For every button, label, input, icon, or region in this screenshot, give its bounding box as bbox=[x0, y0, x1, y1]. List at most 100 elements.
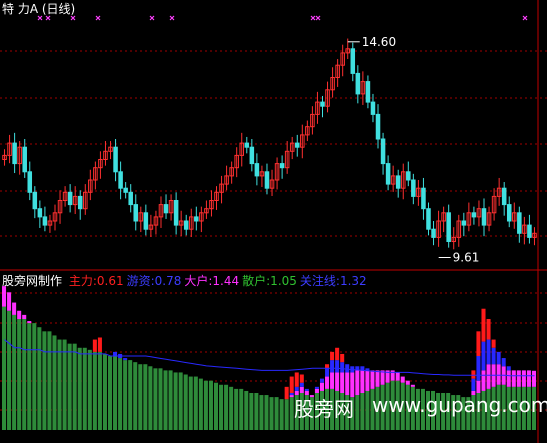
retail-bar bbox=[279, 399, 284, 430]
candle-body bbox=[173, 200, 179, 226]
candle-body bbox=[431, 228, 436, 238]
main-bar bbox=[330, 351, 335, 361]
signal-marker bbox=[149, 15, 155, 21]
candle-body bbox=[279, 163, 285, 169]
candle-body bbox=[113, 146, 118, 173]
candle-body bbox=[27, 171, 33, 193]
signal-marker bbox=[45, 15, 51, 21]
candle-body bbox=[123, 187, 128, 193]
signal-marker bbox=[522, 15, 528, 21]
indicator-name: 股旁网制作 bbox=[2, 274, 63, 288]
retail-bar bbox=[133, 362, 138, 430]
hotmoney-bar bbox=[481, 341, 486, 371]
hotmoney-bar bbox=[299, 382, 304, 387]
candle-body bbox=[163, 204, 169, 214]
retail-bar bbox=[360, 393, 365, 430]
bighand-bar bbox=[405, 380, 410, 385]
retail-bar bbox=[234, 388, 239, 430]
hotmoney-bar bbox=[319, 378, 325, 383]
retail-bar bbox=[188, 376, 193, 430]
retail-bar bbox=[219, 384, 224, 430]
candle-body bbox=[406, 171, 411, 181]
bighand-bar bbox=[400, 376, 405, 383]
bighand-bar bbox=[340, 372, 345, 393]
chart-title-bar: 特 力A (日线) bbox=[2, 2, 78, 16]
low-label: 9.61 bbox=[453, 251, 480, 265]
retail-bar bbox=[52, 335, 57, 430]
candle-body bbox=[506, 204, 512, 222]
bighand-bar bbox=[410, 384, 415, 387]
retail-bar bbox=[244, 390, 249, 430]
price-annotations: 14.60 9.61 bbox=[347, 35, 480, 265]
main-bar bbox=[340, 353, 345, 363]
retail-bar bbox=[67, 343, 72, 430]
bighand-bar bbox=[511, 370, 516, 387]
retail-bar bbox=[208, 380, 213, 430]
retail-bar bbox=[87, 349, 92, 430]
bighand-bar bbox=[395, 372, 400, 381]
candle-body bbox=[294, 142, 300, 148]
retail-bar bbox=[148, 366, 153, 430]
candle-body bbox=[517, 212, 522, 234]
candle-body bbox=[249, 146, 255, 165]
retail-bar bbox=[269, 397, 274, 430]
main-bar bbox=[476, 331, 481, 356]
candle-body bbox=[67, 191, 73, 206]
main-bar bbox=[491, 339, 496, 348]
candle-body bbox=[365, 81, 371, 103]
candle-body bbox=[133, 204, 139, 222]
retail-bar bbox=[168, 370, 173, 430]
candle-body bbox=[481, 208, 487, 226]
hotmoney-bar bbox=[471, 378, 476, 391]
retail-bar bbox=[22, 319, 27, 430]
candle-body bbox=[527, 224, 532, 238]
candle-body bbox=[350, 48, 356, 74]
candle-body bbox=[411, 179, 416, 197]
retail-bar bbox=[7, 310, 12, 430]
candle-body bbox=[395, 175, 401, 189]
signal-markers bbox=[37, 15, 528, 21]
bighand-bar bbox=[360, 370, 365, 393]
retail-bar bbox=[37, 327, 42, 430]
retail-bar bbox=[193, 376, 198, 430]
candle-body bbox=[446, 212, 451, 243]
candle-body bbox=[501, 187, 507, 206]
candle-body bbox=[426, 208, 431, 230]
hotmoney-bar bbox=[486, 339, 491, 365]
candle-body bbox=[42, 216, 48, 226]
retail-bar bbox=[92, 351, 97, 430]
retail-bar bbox=[27, 323, 32, 430]
retail-bar bbox=[128, 360, 133, 430]
candle-body bbox=[22, 146, 27, 173]
retail-bar bbox=[47, 331, 52, 430]
retail-bar bbox=[42, 331, 47, 430]
retail-bar bbox=[158, 368, 163, 430]
bighand-bar bbox=[345, 372, 350, 396]
candle-body bbox=[380, 138, 386, 165]
retail-bar bbox=[249, 393, 254, 430]
candle-body bbox=[421, 187, 426, 210]
hotmoney-bar bbox=[365, 368, 370, 371]
candle-body bbox=[128, 191, 133, 206]
bighand-bar bbox=[370, 370, 375, 389]
retail-bar bbox=[72, 343, 77, 430]
hotmoney-bar bbox=[113, 351, 118, 356]
main-bar bbox=[481, 308, 486, 342]
hotmoney-bar bbox=[123, 358, 128, 361]
retail-bar bbox=[2, 306, 7, 430]
candle-body bbox=[320, 101, 325, 107]
watermark-url: www.gupang.com bbox=[372, 393, 547, 417]
retail-bar bbox=[198, 378, 203, 430]
candle-body bbox=[264, 171, 270, 189]
retail-bar bbox=[173, 372, 178, 430]
bighand-bar bbox=[12, 302, 17, 315]
bighand-bar bbox=[496, 364, 501, 385]
bighand-bar bbox=[521, 370, 526, 387]
main-bar bbox=[294, 372, 299, 387]
candle-body bbox=[370, 101, 376, 115]
bighand-bar bbox=[506, 370, 511, 387]
candle-body bbox=[12, 142, 17, 165]
signal-marker bbox=[70, 15, 76, 21]
signal-marker bbox=[169, 15, 175, 21]
retail-bar bbox=[153, 368, 158, 430]
